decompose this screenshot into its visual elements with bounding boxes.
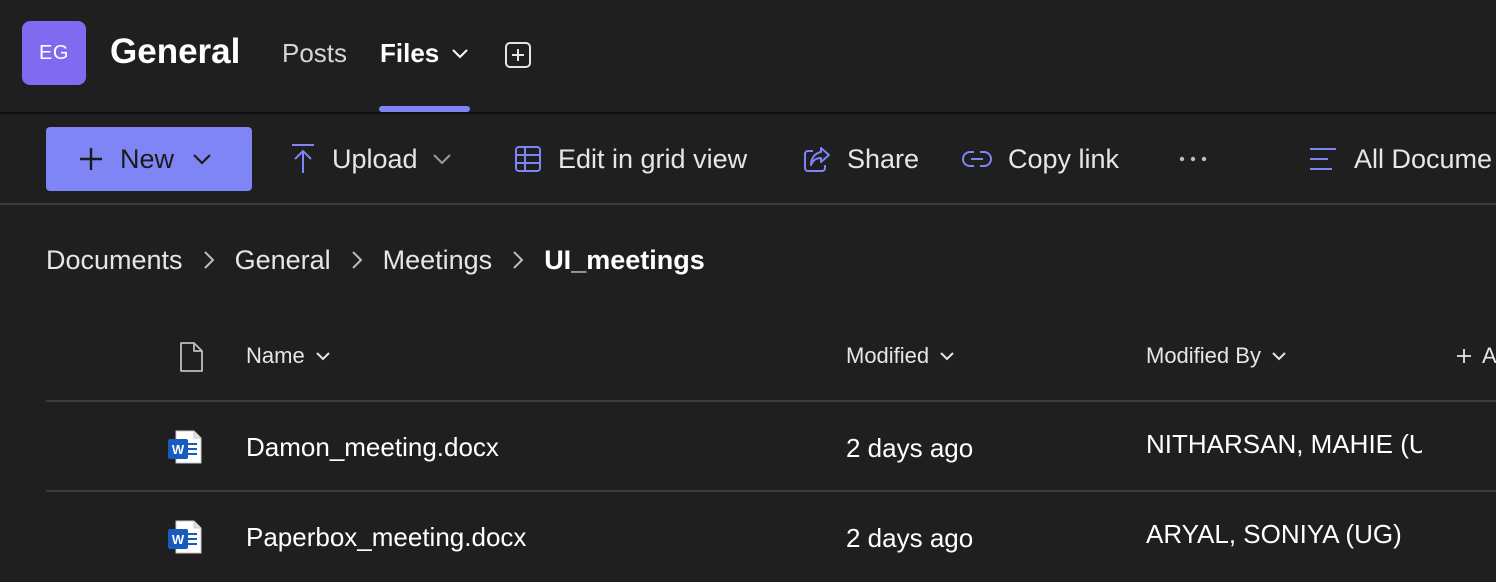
name-column-header[interactable]: Name <box>246 343 331 369</box>
channel-header: EG General Posts Files <box>0 0 1496 114</box>
chevron-down-icon <box>452 48 468 58</box>
list-view-icon <box>1310 148 1336 170</box>
edit-grid-view-button[interactable]: Edit in grid view <box>514 127 747 191</box>
name-column-label: Name <box>246 343 305 368</box>
breadcrumb-item-current: UI_meetings <box>544 244 705 275</box>
document-icon <box>180 342 203 372</box>
edit-grid-view-label: Edit in grid view <box>558 143 748 174</box>
file-name[interactable]: Paperbox_meeting.docx <box>246 522 526 553</box>
chevron-down-icon <box>940 352 954 361</box>
add-tab-button[interactable] <box>503 40 533 70</box>
chevron-right-icon <box>512 250 524 270</box>
breadcrumb-item-meetings[interactable]: Meetings <box>383 245 493 276</box>
file-type-column-header[interactable] <box>168 341 204 373</box>
share-icon <box>804 147 830 172</box>
share-button[interactable]: Share <box>803 127 919 191</box>
channel-title: General <box>110 32 241 71</box>
modified-column-header[interactable]: Modified <box>846 343 955 369</box>
chevron-down-icon <box>193 154 211 165</box>
file-list: Name Modified Modified By Ad W Damon_mee <box>46 315 1496 582</box>
word-doc-icon: W <box>166 428 204 473</box>
plus-icon <box>1457 349 1471 363</box>
table-row[interactable]: W Damon_meeting.docx 2 days ago NITHARSA… <box>46 402 1496 492</box>
chevron-down-icon <box>315 352 330 361</box>
chevron-down-icon <box>432 154 451 165</box>
modified-by-column-header[interactable]: Modified By <box>1146 343 1287 369</box>
chevron-right-icon <box>203 250 215 270</box>
tab-files-label: Files <box>380 38 440 68</box>
breadcrumb-item-general[interactable]: General <box>235 245 331 276</box>
word-doc-icon: W <box>166 518 204 563</box>
upload-label: Upload <box>332 143 418 174</box>
add-column-label: Ad <box>1482 343 1496 368</box>
active-tab-indicator <box>379 106 470 112</box>
chevron-down-icon <box>1272 352 1286 361</box>
chevron-right-icon <box>351 250 363 270</box>
share-label: Share <box>847 143 920 174</box>
view-selector-button[interactable]: All Docume <box>1308 127 1492 191</box>
copy-link-button[interactable]: Copy link <box>962 127 1119 191</box>
grid-icon <box>515 146 541 172</box>
file-modified: 2 days ago <box>846 523 974 553</box>
breadcrumb: Documents General Meetings UI_meetings <box>46 240 705 280</box>
new-button-label: New <box>120 143 175 174</box>
table-row[interactable]: W Paperbox_meeting.docx 2 days ago ARYAL… <box>46 492 1496 582</box>
file-modified-by: NITHARSAN, MAHIE (U <box>1146 429 1422 459</box>
upload-icon <box>292 144 314 173</box>
upload-button[interactable]: Upload <box>290 127 452 191</box>
more-horizontal-icon <box>1179 156 1207 162</box>
copy-link-label: Copy link <box>1008 143 1120 174</box>
add-tab-icon <box>505 42 531 68</box>
tab-posts[interactable]: Posts <box>282 38 347 69</box>
file-name[interactable]: Damon_meeting.docx <box>246 432 499 463</box>
plus-icon <box>80 148 102 170</box>
more-options-button[interactable] <box>1178 127 1208 191</box>
svg-text:W: W <box>172 442 185 457</box>
modified-column-label: Modified <box>846 343 930 368</box>
command-bar: New Upload Edit in grid view Share Copy … <box>0 114 1496 205</box>
file-modified-by: ARYAL, SONIYA (UG) <box>1146 519 1402 549</box>
breadcrumb-item-documents[interactable]: Documents <box>46 245 183 276</box>
file-list-header: Name Modified Modified By Ad <box>46 315 1496 402</box>
tab-files[interactable]: Files <box>380 38 469 69</box>
add-column-button[interactable]: Ad <box>1446 343 1496 369</box>
modified-by-column-label: Modified By <box>1146 343 1261 368</box>
team-avatar[interactable]: EG <box>22 21 86 85</box>
new-button[interactable]: New <box>46 127 252 191</box>
svg-text:W: W <box>172 532 185 547</box>
link-icon <box>962 151 992 167</box>
file-modified: 2 days ago <box>846 433 974 463</box>
view-selector-label: All Docume <box>1354 143 1493 174</box>
